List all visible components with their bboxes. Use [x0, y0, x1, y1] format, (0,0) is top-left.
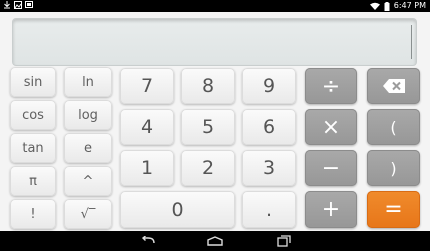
digit-2-button[interactable]: 2 [181, 150, 235, 186]
pi-button[interactable]: π [10, 166, 56, 196]
sin-button[interactable]: sin [10, 67, 56, 97]
digit-4-button[interactable]: 4 [120, 109, 174, 145]
battery-icon [384, 1, 390, 11]
home-button[interactable] [207, 234, 223, 248]
backspace-button[interactable] [367, 68, 420, 104]
home-icon [207, 236, 223, 246]
divide-button[interactable]: ÷ [305, 68, 357, 104]
digit-3-button[interactable]: 3 [242, 150, 296, 186]
sqrt-button[interactable]: √‾ [64, 199, 112, 229]
recents-button[interactable] [276, 234, 292, 248]
factorial-button[interactable]: ! [10, 199, 56, 229]
calculator-display[interactable] [12, 18, 417, 66]
digit-9-button[interactable]: 9 [242, 68, 296, 104]
digit-0-button[interactable]: 0 [120, 191, 235, 228]
backspace-icon [382, 79, 405, 93]
back-button[interactable] [140, 234, 156, 248]
subtract-button[interactable]: − [305, 150, 357, 186]
display-cursor [411, 25, 412, 59]
clock: 6:47 PM [393, 1, 426, 10]
digit-7-button[interactable]: 7 [120, 68, 174, 104]
download-icon [4, 1, 10, 9]
add-button[interactable]: + [305, 191, 357, 228]
navigation-bar [0, 231, 430, 251]
log-button[interactable]: log [64, 100, 112, 130]
multiply-button[interactable]: × [305, 109, 357, 145]
tan-button[interactable]: tan [10, 133, 56, 163]
calculator-panel: sin cos tan π ! ln log e ^ √‾ 7 8 9 4 5 … [0, 12, 430, 231]
e-button[interactable]: e [64, 133, 112, 163]
decimal-point-button[interactable]: . [242, 191, 296, 228]
equals-button[interactable]: = [367, 191, 420, 228]
back-icon [141, 236, 155, 244]
system-icons: 6:47 PM [369, 0, 426, 12]
cast-icon [25, 1, 33, 8]
digit-6-button[interactable]: 6 [242, 109, 296, 145]
status-bar: 6:47 PM [0, 0, 430, 12]
wifi-icon [369, 2, 380, 10]
open-paren-button[interactable]: ( [367, 109, 420, 145]
power-button[interactable]: ^ [64, 166, 112, 196]
recents-icon [277, 235, 291, 247]
notification-icons [3, 1, 33, 9]
digit-8-button[interactable]: 8 [181, 68, 235, 104]
ln-button[interactable]: ln [64, 67, 112, 97]
digit-1-button[interactable]: 1 [120, 150, 174, 186]
digit-5-button[interactable]: 5 [181, 109, 235, 145]
cos-button[interactable]: cos [10, 100, 56, 130]
close-paren-button[interactable]: ) [367, 150, 420, 186]
image-icon [14, 1, 22, 9]
